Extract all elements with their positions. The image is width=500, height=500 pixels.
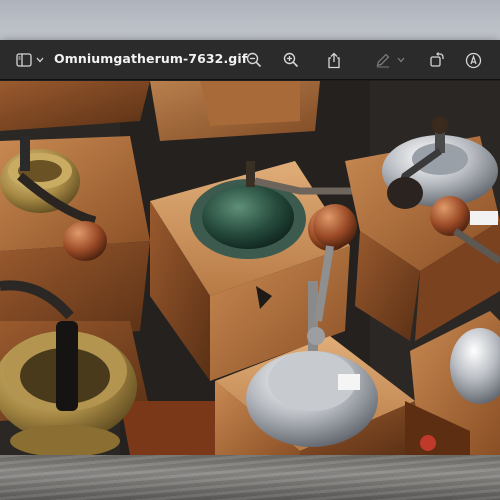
image-canvas[interactable] bbox=[0, 81, 500, 455]
annotate-button[interactable] bbox=[463, 48, 483, 72]
magnifier-minus-icon bbox=[246, 52, 262, 68]
chevron-down-icon bbox=[36, 57, 44, 63]
window-title: Omniumgatherum-7632.gif bbox=[54, 51, 248, 66]
zoom-out-button[interactable] bbox=[244, 48, 264, 72]
markup-circle-icon bbox=[465, 52, 482, 69]
rotate-icon bbox=[429, 52, 445, 68]
desktop-background-bottom bbox=[0, 455, 500, 500]
sidebar-icon bbox=[16, 53, 32, 67]
rotate-button[interactable] bbox=[427, 48, 447, 72]
share-icon bbox=[326, 52, 342, 69]
preview-window: Omniumgatherum-7632.gif bbox=[0, 40, 500, 455]
toolbar: Omniumgatherum-7632.gif bbox=[0, 40, 500, 80]
coffee-grinders-photo bbox=[0, 81, 500, 455]
zoom-in-button[interactable] bbox=[281, 48, 301, 72]
chevron-down-icon bbox=[397, 57, 405, 63]
desktop-background-top bbox=[0, 0, 500, 40]
magnifier-plus-icon bbox=[283, 52, 299, 68]
share-button[interactable] bbox=[324, 48, 344, 72]
sidebar-toggle-button[interactable] bbox=[14, 48, 46, 72]
pencil-icon bbox=[375, 52, 391, 68]
markup-button[interactable] bbox=[370, 48, 410, 72]
